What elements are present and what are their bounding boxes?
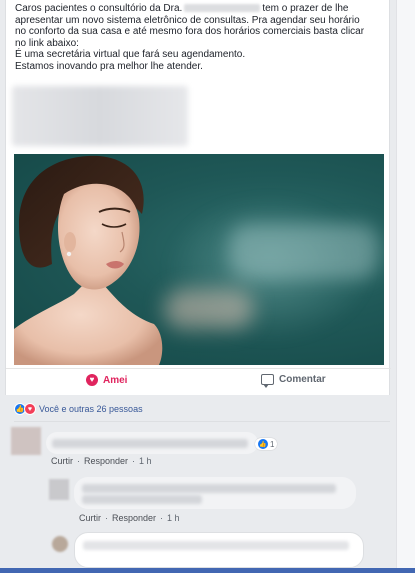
avatar[interactable] xyxy=(49,479,69,500)
reply-time: 1 h xyxy=(167,513,180,523)
comment-button[interactable]: Comentar xyxy=(261,374,326,388)
post-line-1b: tem o prazer de lhe xyxy=(262,3,349,14)
woman-portrait-illustration xyxy=(14,155,163,365)
heart-icon: ♥ xyxy=(86,374,98,386)
post-text: Caros pacientes o consultório da Dra. tem… xyxy=(15,3,385,73)
like-link[interactable]: Curtir xyxy=(51,456,73,466)
love-label: Amei xyxy=(103,374,128,386)
comment-bubble xyxy=(46,432,258,454)
comment-time: 1 h xyxy=(139,456,152,466)
post-line-3: no conforto da sua casa e até mesmo fora… xyxy=(15,26,365,38)
redacted-comment-text xyxy=(52,439,248,448)
post-card: Caros pacientes o consultório da Dra. tem… xyxy=(5,0,391,395)
reply-input[interactable] xyxy=(74,532,364,568)
divider xyxy=(14,421,390,422)
reactions-text: Você e outras 26 pessoas xyxy=(39,404,143,414)
redacted-name xyxy=(184,4,261,13)
like-icon: 👍 xyxy=(258,439,268,449)
like-link[interactable]: Curtir xyxy=(79,513,101,523)
comment-meta: Curtir · Responder · 1 h xyxy=(51,456,152,466)
post-line-4: no link abaixo: xyxy=(15,37,79,49)
comment-icon xyxy=(261,374,274,388)
comment-like-count[interactable]: 👍 1 xyxy=(255,438,278,450)
post-actions: ♥ Amei Comentar xyxy=(6,368,391,392)
comment-label: Comentar xyxy=(279,374,326,385)
bottom-bar xyxy=(0,568,415,573)
scrollbar[interactable] xyxy=(396,0,415,573)
love-reaction-button[interactable]: ♥ Amei xyxy=(86,374,127,386)
post-line-1a: Caros pacientes o consultório da Dra. xyxy=(15,3,183,14)
redacted-link-preview[interactable] xyxy=(12,86,188,146)
reactions-summary[interactable]: 👍 ♥ Você e outras 26 pessoas xyxy=(14,403,143,415)
post-line-6: Estamos inovando pra melhor lhe atender. xyxy=(15,60,203,72)
reply-meta: Curtir · Responder · 1 h xyxy=(79,513,180,523)
redacted-reply-text xyxy=(82,484,336,493)
reply-link[interactable]: Responder xyxy=(84,456,128,466)
avatar[interactable] xyxy=(11,427,41,455)
post-image[interactable] xyxy=(14,154,384,365)
post-line-2: apresentar um novo sistema eletrônico de… xyxy=(15,14,360,26)
love-icon: ♥ xyxy=(24,403,36,415)
redacted-reply-text xyxy=(82,495,202,504)
redacted-input-text xyxy=(83,541,349,550)
like-count-value: 1 xyxy=(270,439,275,449)
reply-bubble xyxy=(74,477,356,509)
post-line-5: É uma secretária virtual que fará seu ag… xyxy=(15,49,246,61)
user-avatar xyxy=(52,536,68,552)
reply-link[interactable]: Responder xyxy=(112,513,156,523)
